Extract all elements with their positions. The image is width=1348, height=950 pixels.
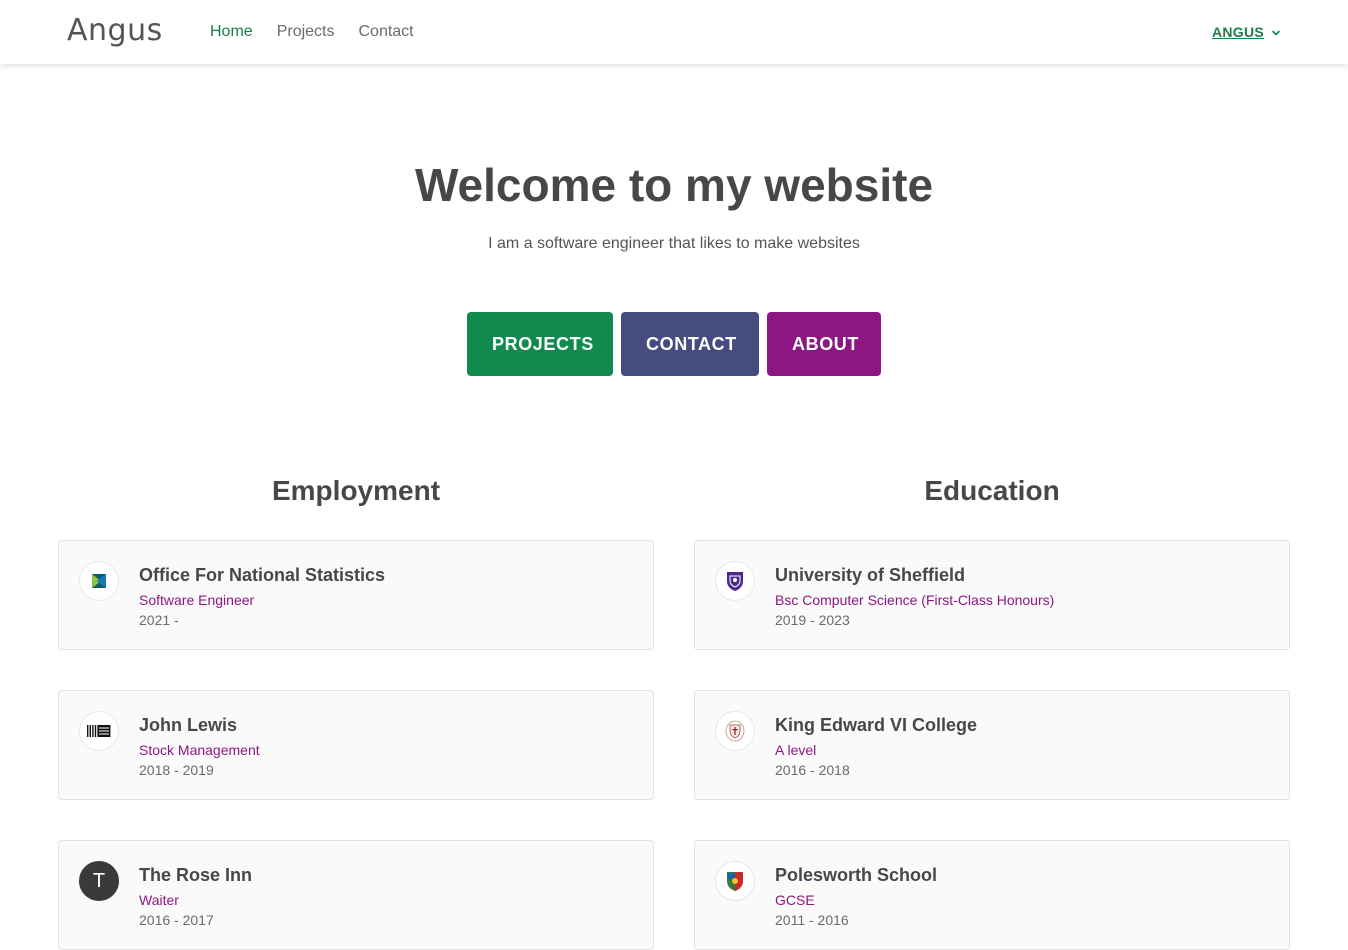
card-role: Waiter (139, 892, 179, 908)
employment-card-ons: Office For National Statistics Software … (58, 540, 654, 650)
employment-card-john-lewis: John Lewis Stock Management 2018 - 2019 (58, 690, 654, 800)
king-edward-crest-icon (715, 711, 755, 751)
card-role: GCSE (775, 892, 815, 908)
about-button[interactable]: ABOUT (767, 312, 881, 376)
card-role: Stock Management (139, 742, 260, 758)
projects-button[interactable]: PROJECTS (467, 312, 613, 376)
contact-button[interactable]: CONTACT (621, 312, 759, 376)
nav-link-home[interactable]: Home (210, 23, 253, 41)
hero-title: Welcome to my website (414, 159, 934, 211)
card-dates: 2021 - (139, 612, 179, 628)
user-name: ANGUS (1211, 24, 1264, 40)
card-role: A level (775, 742, 817, 758)
navbar: Angus Home Projects Contact ANGUS (0, 0, 1348, 64)
education-title: Education (924, 475, 1060, 506)
polesworth-crest-icon (715, 861, 755, 901)
card-name: Polesworth School (775, 865, 938, 885)
sheffield-crest-icon (715, 561, 755, 601)
employment-title: Employment (271, 475, 441, 506)
chevron-down-icon (1270, 26, 1282, 38)
education-card-sheffield: University of Sheffield Bsc Computer Sci… (694, 540, 1290, 650)
card-role: Bsc Computer Science (First-Class Honour… (775, 592, 1055, 608)
education-card-king-edward: King Edward VI College A level 2016 - 20… (694, 690, 1290, 800)
card-role: Software Engineer (139, 592, 255, 608)
card-name: Office For National Statistics (139, 565, 386, 585)
card-dates: 2018 - 2019 (139, 762, 214, 778)
user-menu[interactable]: ANGUS (1212, 0, 1282, 64)
brand-logo[interactable]: Angus (67, 13, 163, 48)
nav-links: Home Projects Contact (210, 0, 414, 64)
card-dates: 2016 - 2018 (775, 762, 850, 778)
hero-buttons: PROJECTS CONTACT ABOUT (467, 312, 881, 376)
education-card-polesworth: Polesworth School GCSE 2011 - 2016 (694, 840, 1290, 950)
card-dates: 2019 - 2023 (775, 612, 850, 628)
ons-logo-icon (79, 561, 119, 601)
card-name: The Rose Inn (139, 865, 253, 885)
employment-card-rose-inn: T The Rose Inn Waiter 2016 - 2017 (58, 840, 654, 950)
card-name: John Lewis (139, 715, 238, 735)
card-name: King Edward VI College (775, 715, 978, 735)
card-name: University of Sheffield (775, 565, 966, 585)
card-dates: 2016 - 2017 (139, 912, 214, 928)
john-lewis-logo-icon (79, 711, 119, 751)
hero-subtitle: I am a software engineer that likes to m… (488, 235, 860, 252)
nav-link-projects[interactable]: Projects (277, 23, 335, 41)
card-dates: 2011 - 2016 (775, 912, 849, 928)
nav-link-contact[interactable]: Contact (358, 23, 413, 41)
avatar-initial: T (79, 861, 119, 901)
